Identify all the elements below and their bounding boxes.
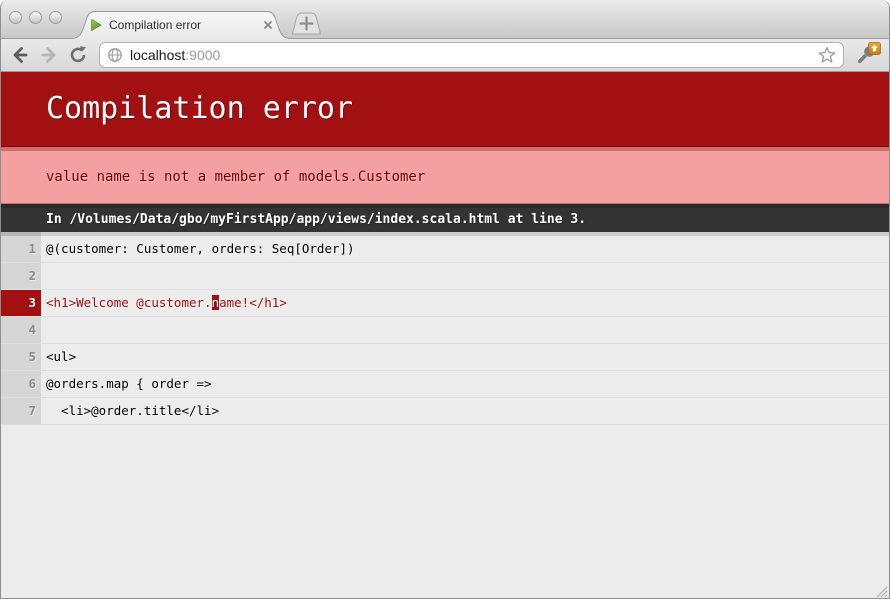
tab-compilation-error[interactable]: Compilation error [89, 12, 279, 38]
wrench-menu-button[interactable] [852, 41, 882, 69]
code-line: 4 [1, 317, 889, 344]
line-code: <li>@order.title</li> [41, 398, 889, 424]
wrench-update-icon [854, 42, 881, 68]
globe-icon [107, 47, 123, 63]
reload-icon [68, 45, 88, 65]
code-line-error: 3 <h1>Welcome @customer.name!</h1> [1, 290, 889, 317]
play-favicon-icon [89, 18, 103, 32]
code-after-marker: ame!</h1> [219, 295, 287, 310]
line-number: 3 [1, 290, 41, 316]
back-button[interactable] [8, 42, 32, 68]
url-text: localhost:9000 [130, 47, 220, 63]
new-tab-icon [290, 11, 324, 36]
reload-button[interactable] [66, 42, 90, 68]
code-before-marker: <h1>Welcome @customer. [46, 295, 212, 310]
code-line: 5 <ul> [1, 344, 889, 371]
line-number: 1 [1, 232, 41, 262]
line-code: <ul> [41, 344, 889, 370]
code-line: 2 [1, 263, 889, 290]
browser-titlebar: Compilation error [1, 0, 889, 39]
resize-grip[interactable] [874, 584, 888, 598]
page-title: Compilation error [1, 72, 889, 147]
back-icon [10, 45, 30, 65]
line-number: 6 [1, 371, 41, 397]
minimize-window-button[interactable] [29, 11, 42, 24]
code-line: 1 @(customer: Customer, orders: Seq[Orde… [1, 232, 889, 263]
zoom-window-button[interactable] [49, 11, 62, 24]
forward-icon [39, 45, 59, 65]
line-code: <h1>Welcome @customer.name!</h1> [41, 290, 889, 316]
line-code [41, 317, 889, 343]
line-number: 5 [1, 344, 41, 370]
line-number: 2 [1, 263, 41, 289]
line-code [41, 263, 889, 289]
error-location: In /Volumes/Data/gbo/myFirstApp/app/view… [1, 204, 889, 232]
error-marker: n [212, 295, 220, 310]
line-number: 4 [1, 317, 41, 343]
line-number: 7 [1, 398, 41, 424]
tab-title: Compilation error [109, 18, 201, 32]
window-controls [9, 11, 62, 24]
address-bar[interactable]: localhost:9000 [99, 42, 844, 68]
source-code-listing: 1 @(customer: Customer, orders: Seq[Orde… [1, 232, 889, 425]
error-page: Compilation error value name is not a me… [1, 72, 889, 599]
error-detail: value name is not a member of models.Cus… [1, 147, 889, 204]
code-line: 7 <li>@order.title</li> [1, 398, 889, 425]
url-host: localhost [130, 47, 185, 63]
bookmark-star-icon[interactable] [818, 46, 836, 64]
close-window-button[interactable] [9, 11, 22, 24]
line-code: @orders.map { order => [41, 371, 889, 397]
code-line: 6 @orders.map { order => [1, 371, 889, 398]
tab-close-icon[interactable] [263, 20, 273, 30]
new-tab-button[interactable] [290, 11, 324, 41]
line-code: @(customer: Customer, orders: Seq[Order]… [41, 232, 889, 262]
url-port: :9000 [185, 47, 220, 63]
browser-window: Compilation error [0, 0, 890, 599]
forward-button[interactable] [37, 42, 61, 68]
browser-toolbar: localhost:9000 [1, 39, 889, 72]
